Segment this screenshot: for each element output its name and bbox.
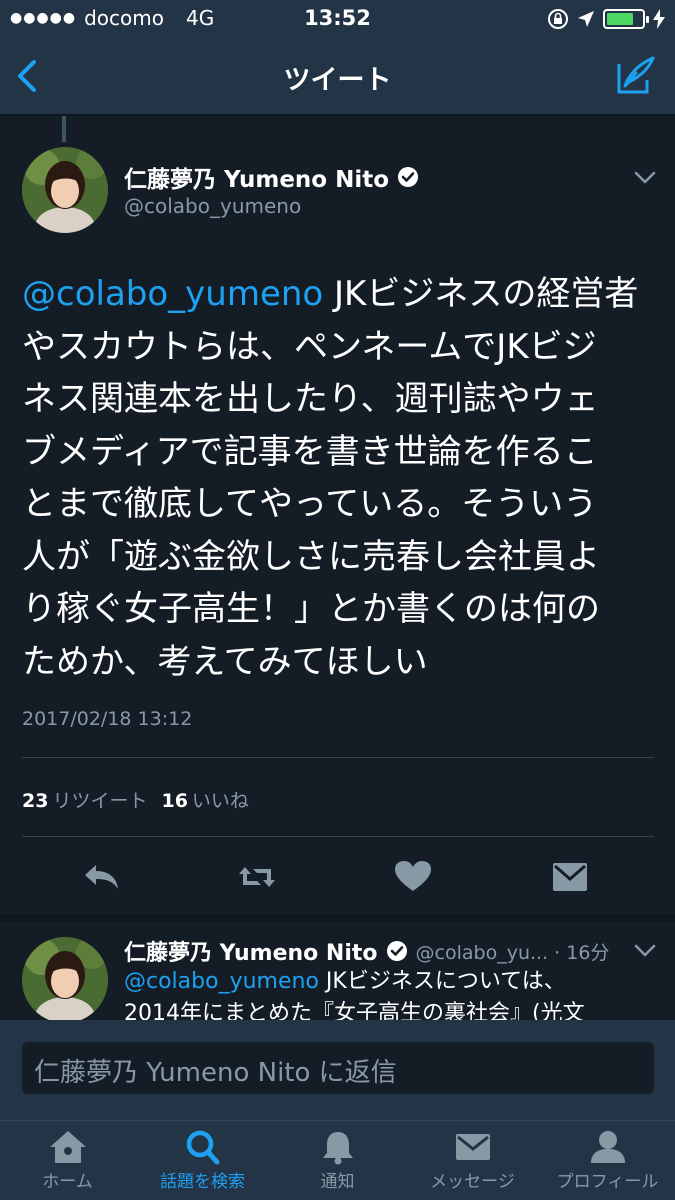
tab-label: 話題を検索 [160,1172,245,1192]
tweet-text-line: 人が「遊ぶ金欲しさに売春し会社員よ [22,536,600,577]
chevron-down-icon[interactable] [634,171,656,185]
tweet-actions [0,845,675,913]
chevron-down-icon[interactable] [634,944,656,958]
tweet-text: @colabo_yumeno JKビジネスの経営者 やスカウトらは、ペンネームで… [22,268,652,688]
status-indicators [547,8,665,30]
home-icon [49,1131,86,1163]
divider [22,757,654,758]
rotation-lock-icon [548,9,568,29]
tab-label: メッセージ [430,1172,515,1192]
search-icon [186,1130,219,1165]
mention-link[interactable]: @colabo_yumeno [22,274,323,314]
reply-avatar[interactable] [22,937,108,1023]
retweet-count: 23 [22,790,49,812]
like-label: いいね [191,790,249,812]
reply-author-row[interactable]: 仁藤夢乃 Yumeno Nito @colabo_yu... · 16分 [124,935,609,967]
compose-tweet-icon[interactable] [615,54,657,96]
tab-bar: ホーム 話題を検索 通知 メッセージ プロフィール [0,1120,675,1200]
navigation-bar: ツイート [0,40,675,115]
status-bar: ●●●●● docomo 4G 13:52 [0,0,675,40]
reply-text-segment: JKビジネスについては、 [318,969,566,994]
direct-message-icon[interactable] [550,859,590,895]
tweet-author-row[interactable]: 仁藤夢乃 Yumeno Nito [124,160,419,194]
author-display-name: 仁藤夢乃 Yumeno Nito [124,167,390,193]
avatar[interactable] [22,147,108,233]
divider [22,836,654,837]
like-count: 16 [161,790,188,812]
reply-icon[interactable] [82,859,122,895]
tweet-text-line: @colabo_yumeno JKビジネスの経営者 [22,268,652,321]
tab-home[interactable]: ホーム [0,1125,135,1200]
retweet-stat[interactable]: 23 リツイート [22,786,147,813]
verified-badge-icon [398,167,419,187]
retweet-icon[interactable] [237,859,277,895]
tweet-text-line: り稼ぐ女子高生！」とか書くのは何の [22,589,600,629]
tweet-text-line: ネス関連本を出したり、週刊誌やウェ [22,379,599,419]
reply-author-display-name: 仁藤夢乃 Yumeno Nito [124,941,378,966]
envelope-icon [455,1134,490,1160]
section-separator [0,914,675,922]
retweet-label: リツイート [52,790,148,812]
tweet-timestamp: 2017/02/18 13:12 [22,708,193,730]
person-icon [590,1131,625,1163]
bell-icon [322,1132,353,1165]
verified-badge-icon [386,941,407,961]
tab-label: ホーム [42,1172,93,1192]
tab-messages[interactable]: メッセージ [405,1125,540,1200]
tab-profile[interactable]: プロフィール [540,1125,675,1200]
avatar-photo [22,937,108,1023]
tab-label: プロフィール [556,1172,659,1192]
tab-search[interactable]: 話題を検索 [135,1125,270,1200]
thread-connector-line [62,116,66,142]
reply-bar: 仁藤夢乃 Yumeno Nito に返信 [0,1020,675,1120]
tweet-text-line: ためか、考えてみてほしい [22,641,428,682]
tweet-text-segment: JKビジネスの経営者 [323,274,639,314]
reply-input[interactable]: 仁藤夢乃 Yumeno Nito に返信 [22,1042,654,1094]
page-title: ツイート [283,65,392,96]
tweet-text-line: とまで徹底してやっている。そういう [22,484,598,524]
tab-notifications[interactable]: 通知 [270,1125,405,1200]
tab-label: 通知 [320,1172,355,1192]
author-handle: @colabo_yumeno [124,194,302,218]
location-arrow-icon [578,11,594,27]
reply-text-line: @colabo_yumeno JKビジネスについては、 [124,966,654,998]
tweet-stats: 23 リツイート 16 いいね [22,786,249,813]
battery-level-fill [607,13,633,25]
battery-icon [603,9,649,29]
mention-link[interactable]: @colabo_yumeno [124,969,319,994]
tweet-text-line: ブメディアで記事を書き世論を作るこ [22,431,598,472]
reply-handle-time: @colabo_yu... · 16分 [415,941,610,964]
tweet-text-line: やスカウトらは、ペンネームでJKビジ [22,326,597,367]
charging-bolt-icon [653,9,665,29]
avatar-photo [22,147,108,233]
like-stat[interactable]: 16 いいね [161,786,248,813]
heart-icon[interactable] [393,859,433,895]
